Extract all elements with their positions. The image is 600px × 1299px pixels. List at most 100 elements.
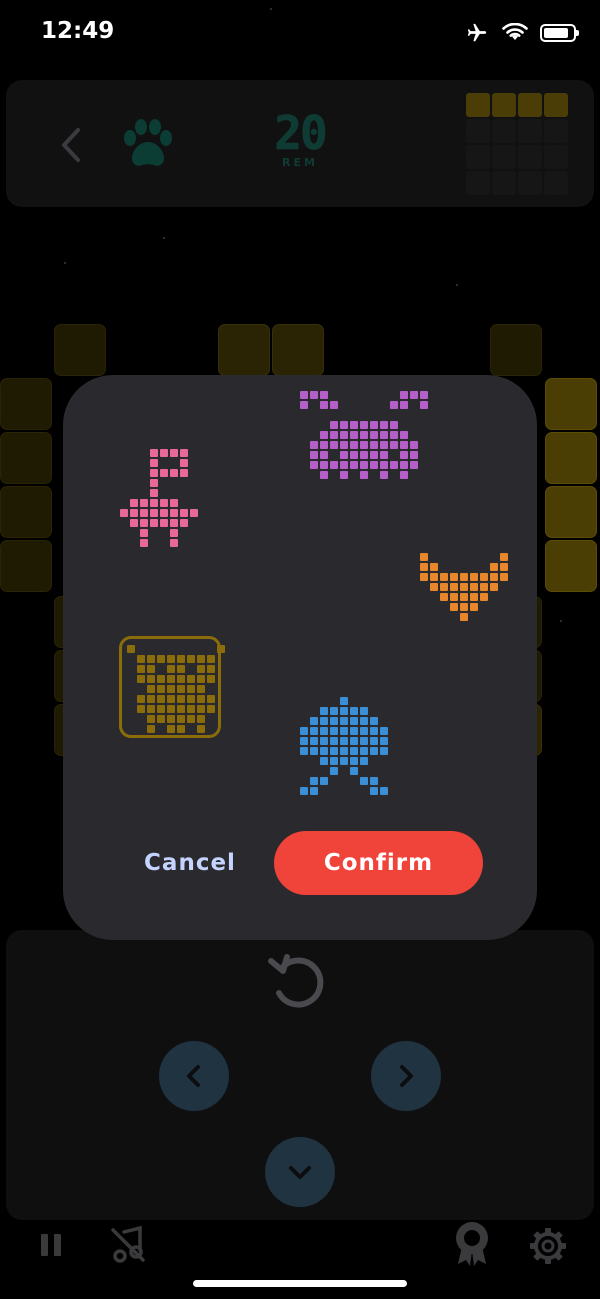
pixel <box>177 725 185 733</box>
pixel <box>500 573 508 581</box>
confirm-button[interactable]: Confirm <box>274 831 483 895</box>
pixel <box>310 461 318 469</box>
pixel <box>177 715 185 723</box>
pixel <box>207 705 215 713</box>
pixel <box>390 471 398 479</box>
pixel <box>197 715 205 723</box>
pixel <box>180 509 188 517</box>
pixel <box>300 421 308 429</box>
pixel <box>140 489 148 497</box>
paw-icon <box>120 118 176 170</box>
pixel <box>147 665 155 673</box>
pixel <box>127 685 135 693</box>
pixel <box>380 747 388 755</box>
pixel <box>370 787 378 795</box>
pixel <box>170 459 178 467</box>
home-indicator[interactable] <box>193 1280 407 1287</box>
pixel <box>330 441 338 449</box>
pixel <box>400 391 408 399</box>
pixel <box>130 529 138 537</box>
pixel <box>410 461 418 469</box>
pixel <box>310 471 318 479</box>
pixel <box>197 695 205 703</box>
pixel <box>157 725 165 733</box>
pixel <box>157 685 165 693</box>
pixel <box>310 747 318 755</box>
achievements-button[interactable] <box>452 1220 492 1272</box>
pixel <box>330 717 338 725</box>
pixel <box>180 489 188 497</box>
pixel <box>120 449 128 457</box>
flamingo-option[interactable] <box>120 449 198 547</box>
pixel <box>127 695 135 703</box>
move-down-button[interactable] <box>265 1137 335 1207</box>
pixel <box>300 757 308 765</box>
pixel <box>130 479 138 487</box>
pixel <box>207 715 215 723</box>
pixel <box>360 707 368 715</box>
pixel <box>190 479 198 487</box>
pixel <box>170 469 178 477</box>
move-left-button[interactable] <box>159 1041 229 1111</box>
pixel <box>140 459 148 467</box>
pixel <box>430 431 438 439</box>
music-toggle-button[interactable] <box>110 1225 146 1268</box>
pixel <box>390 411 398 419</box>
pixel <box>300 471 308 479</box>
pixel <box>137 715 145 723</box>
pixel <box>380 461 388 469</box>
pixel <box>180 519 188 527</box>
pixel <box>390 451 398 459</box>
pixel <box>360 451 368 459</box>
pixel <box>430 401 438 409</box>
pixel <box>150 499 158 507</box>
pixel <box>177 685 185 693</box>
pixel <box>340 717 348 725</box>
fox-option[interactable] <box>420 553 508 621</box>
settings-button[interactable] <box>528 1226 568 1270</box>
pixel <box>150 469 158 477</box>
pixel <box>320 451 328 459</box>
pixel <box>197 655 205 663</box>
pixel <box>120 469 128 477</box>
pixel <box>310 787 318 795</box>
pixel <box>460 553 468 561</box>
pixel <box>147 655 155 663</box>
pixel <box>430 451 438 459</box>
pixel <box>300 431 308 439</box>
pixel <box>380 431 388 439</box>
pixel <box>440 593 448 601</box>
pixel <box>320 737 328 745</box>
crab-option[interactable] <box>300 391 438 479</box>
back-button[interactable] <box>50 120 90 170</box>
pause-button[interactable] <box>38 1232 64 1262</box>
pixel <box>490 613 498 621</box>
rotate-button[interactable] <box>263 945 335 1017</box>
pixel <box>480 573 488 581</box>
pixel <box>190 469 198 477</box>
pixel <box>180 449 188 457</box>
pixel <box>420 573 428 581</box>
pixel <box>130 459 138 467</box>
pause-icon <box>41 1234 61 1256</box>
pixel <box>390 461 398 469</box>
status-bar: 12:49 <box>0 0 600 70</box>
pixel <box>360 411 368 419</box>
pixel <box>320 727 328 735</box>
pixel <box>170 539 178 547</box>
pixel <box>147 715 155 723</box>
cancel-button[interactable]: Cancel <box>130 838 250 888</box>
pixel <box>360 401 368 409</box>
octopus-option[interactable] <box>300 697 388 795</box>
pixel <box>350 767 358 775</box>
pixel <box>187 665 195 673</box>
owl-option[interactable] <box>127 645 225 733</box>
pixel <box>420 401 428 409</box>
pixel <box>490 603 498 611</box>
pixel <box>460 583 468 591</box>
pixel <box>380 787 388 795</box>
move-right-button[interactable] <box>371 1041 441 1111</box>
pixel <box>140 539 148 547</box>
pixel <box>217 675 225 683</box>
pixel <box>340 441 348 449</box>
